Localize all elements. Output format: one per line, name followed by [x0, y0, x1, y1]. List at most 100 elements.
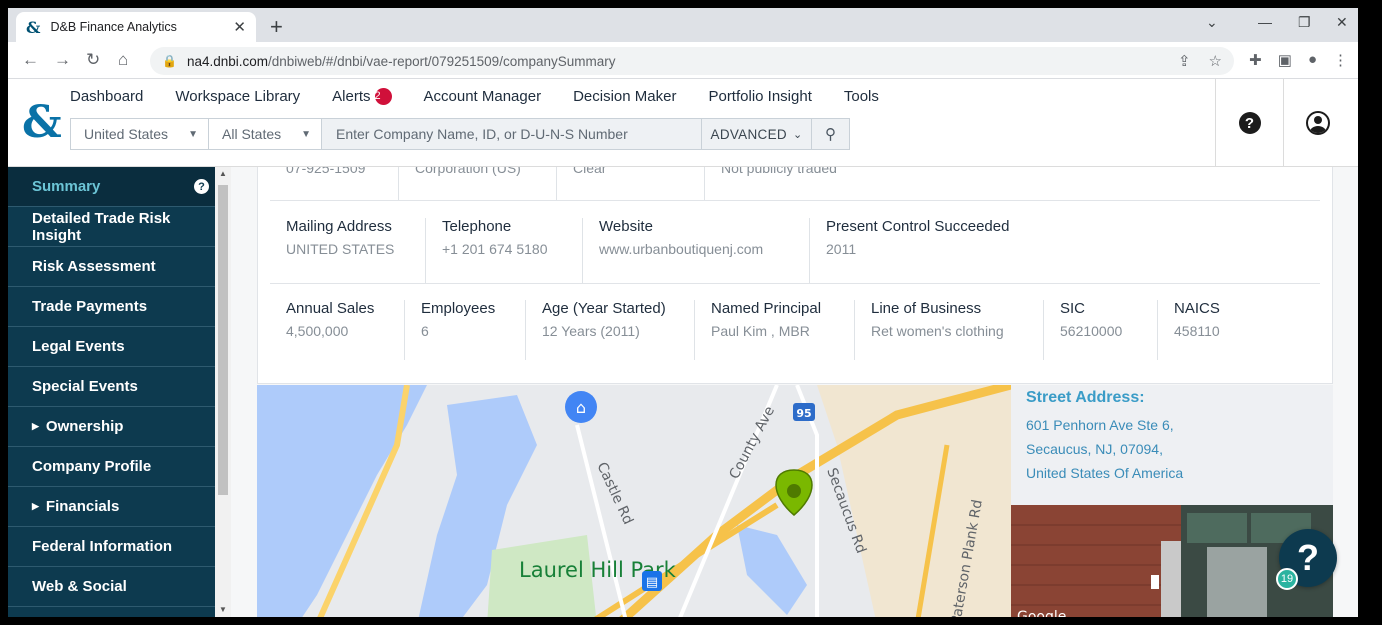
address-line: United States Of America	[1026, 465, 1184, 481]
help-button[interactable]: ?	[1215, 79, 1283, 167]
nav-dashboard[interactable]: Dashboard	[70, 88, 143, 105]
nav-workspace-library[interactable]: Workspace Library	[175, 88, 300, 105]
naics-field: NAICS 458110	[1157, 300, 1267, 360]
home-icon[interactable]: ⌂	[118, 50, 128, 70]
extensions-icon[interactable]: ✚	[1249, 51, 1262, 69]
nav-portfolio-insight[interactable]: Portfolio Insight	[708, 88, 811, 105]
state-select[interactable]: All States ▼	[209, 119, 322, 149]
tab-title: D&B Finance Analytics	[50, 20, 177, 34]
new-tab-icon[interactable]: +	[270, 14, 283, 40]
sidebar-item-company-profile[interactable]: Company Profile	[8, 447, 215, 487]
annual-sales-field: Annual Sales 4,500,000	[286, 300, 375, 339]
street-address-title: Street Address:	[1026, 389, 1145, 406]
chevron-down-icon: ⌄	[792, 128, 803, 141]
sidebar-item-label: Federal Information	[32, 538, 173, 555]
address-line: Secaucus, NJ, 07094,	[1026, 441, 1163, 457]
restore-icon[interactable]: ❐	[1298, 14, 1311, 31]
scrollbar-thumb[interactable]	[218, 185, 228, 495]
summary-row-business: Annual Sales 4,500,000 Employees 6 Age (Ye…	[270, 300, 1320, 360]
svg-text:▤: ▤	[646, 575, 658, 590]
url-host: na4.dnbi.com	[186, 53, 269, 69]
nav-decision-maker[interactable]: Decision Maker	[573, 88, 676, 105]
trading-value: Not publicly traded	[704, 167, 904, 200]
forward-icon[interactable]: →	[54, 50, 71, 70]
reload-icon[interactable]: ↻	[86, 50, 100, 70]
country-select[interactable]: United States ▼	[71, 119, 209, 149]
location-map[interactable]: ⌂ 95 Castle Rd County Ave Secaucus Rd Pa…	[257, 385, 1333, 617]
search-icon[interactable]: ⚲	[811, 119, 849, 149]
sidebar-item-web-social[interactable]: Web & Social	[8, 567, 215, 607]
browser-window: & D&B Finance Analytics ✕ + ⌄ — ❐ ✕ ← → …	[8, 8, 1358, 617]
company-search-bar: United States ▼ All States ▼ Enter Company…	[70, 118, 850, 150]
caret-right-icon: ▶	[32, 421, 39, 431]
sidebar-item-label: Financials	[45, 498, 120, 515]
company-summary-card: 07-925-1509 Corporation (US) Clear Not p…	[257, 167, 1333, 384]
advanced-search-button[interactable]: ADVANCED ⌄	[701, 119, 811, 149]
map-label-i95: 95	[796, 407, 811, 420]
duns-value: 07-925-1509	[286, 167, 366, 176]
close-window-icon[interactable]: ✕	[1336, 14, 1348, 31]
sidebar-item-label: Trade Payments	[32, 298, 148, 315]
lock-icon: 🔒	[162, 54, 177, 68]
sic-field: SIC 56210000	[1043, 300, 1157, 360]
map-canvas[interactable]: ⌂ 95 Castle Rd County Ave Secaucus Rd Pa…	[257, 385, 1013, 617]
sidebar-item-detailed-trade-risk-insight[interactable]: Detailed Trade Risk Insight	[8, 207, 215, 247]
sidebar-scrollbar[interactable]: ▲ ▼	[215, 167, 231, 617]
back-icon[interactable]: ←	[22, 50, 39, 70]
nav-alerts[interactable]: Alerts 2	[332, 88, 392, 105]
employees-field: Employees 6	[404, 300, 525, 360]
address-line: 601 Penhorn Ave Ste 6,	[1026, 417, 1174, 433]
line-of-business-field: Line of Business Ret women's clothing	[854, 300, 1043, 360]
alerts-count-badge: 2	[374, 88, 392, 105]
sidebar-item-financials[interactable]: ▶ Financials	[8, 487, 215, 527]
state-select-value: All States	[222, 126, 282, 142]
minimize-icon[interactable]: —	[1258, 14, 1272, 30]
sidebar-item-label: Web & Social	[32, 578, 127, 595]
summary-row-identifiers: 07-925-1509 Corporation (US) Clear Not p…	[270, 167, 1320, 201]
app-header: & Dashboard Workspace Library Alerts 2 Ac…	[8, 79, 1358, 167]
sidebar-item-label: Risk Assessment	[32, 258, 156, 275]
sidebar-item-label: Ownership	[45, 418, 124, 435]
sidebar-item-label: Company Profile	[32, 458, 152, 475]
user-icon	[1305, 111, 1330, 135]
share-icon[interactable]: ⇪	[1178, 52, 1191, 70]
caret-right-icon: ▶	[32, 501, 39, 511]
url-field[interactable]: 🔒 na4.dnbi.com /dnbiweb/#/dnbi/vae-repor…	[150, 47, 1234, 75]
close-tab-icon[interactable]: ✕	[233, 18, 246, 36]
sidebar-item-trade-payments[interactable]: Trade Payments	[8, 287, 215, 327]
sidebar-item-federal-information[interactable]: Federal Information	[8, 527, 215, 567]
sidebar-item-special-events[interactable]: Special Events	[8, 367, 215, 407]
chevron-down-icon[interactable]: ⌄	[1206, 14, 1218, 31]
profile-icon[interactable]: ●	[1308, 51, 1317, 69]
present-control-field: Present Control Succeeded 2011	[809, 218, 1029, 283]
google-watermark: Google	[1017, 609, 1066, 617]
browser-tab[interactable]: & D&B Finance Analytics ✕	[16, 12, 256, 42]
dnb-logo-icon[interactable]: &	[22, 97, 62, 148]
url-path: /dnbiweb/#/dnbi/vae-report/079251509/com…	[268, 53, 616, 69]
svg-text:⌂: ⌂	[576, 398, 586, 417]
address-bar-row: ← → ↻ ⌂ 🔒 na4.dnbi.com /dnbiweb/#/dnbi/v…	[8, 42, 1358, 79]
nav-account-manager[interactable]: Account Manager	[424, 88, 542, 105]
report-content: 07-925-1509 Corporation (US) Clear Not p…	[231, 167, 1358, 617]
nav-alerts-label: Alerts	[332, 88, 371, 105]
help-question-icon[interactable]: ?	[194, 179, 209, 194]
status-value: Clear	[556, 167, 704, 200]
company-search-input[interactable]: Enter Company Name, ID, or D-U-N-S Numbe…	[322, 119, 701, 149]
scroll-up-icon[interactable]: ▲	[219, 169, 227, 178]
sidebar-item-ownership[interactable]: ▶ Ownership	[8, 407, 215, 447]
sidebar-item-legal-events[interactable]: Legal Events	[8, 327, 215, 367]
top-navigation: Dashboard Workspace Library Alerts 2 Acco…	[70, 88, 879, 105]
help-count-badge: 19	[1276, 568, 1298, 590]
help-question-icon: ?	[1297, 537, 1319, 578]
dropdown-caret-icon: ▼	[188, 128, 198, 140]
sidebar-item-risk-assessment[interactable]: Risk Assessment	[8, 247, 215, 287]
menu-kebab-icon[interactable]: ⋮	[1333, 51, 1348, 69]
sidebar-item-summary[interactable]: Summary?	[8, 167, 215, 207]
summary-row-contact: Mailing Address UNITED STATES Telephone +1…	[270, 218, 1320, 284]
sidepanel-icon[interactable]: ▣	[1278, 51, 1292, 69]
named-principal-field: Named Principal Paul Kim , MBR	[694, 300, 854, 360]
user-account-button[interactable]	[1283, 79, 1351, 167]
scroll-down-icon[interactable]: ▼	[219, 605, 227, 614]
nav-tools[interactable]: Tools	[844, 88, 879, 105]
bookmark-star-icon[interactable]: ☆	[1209, 52, 1222, 70]
